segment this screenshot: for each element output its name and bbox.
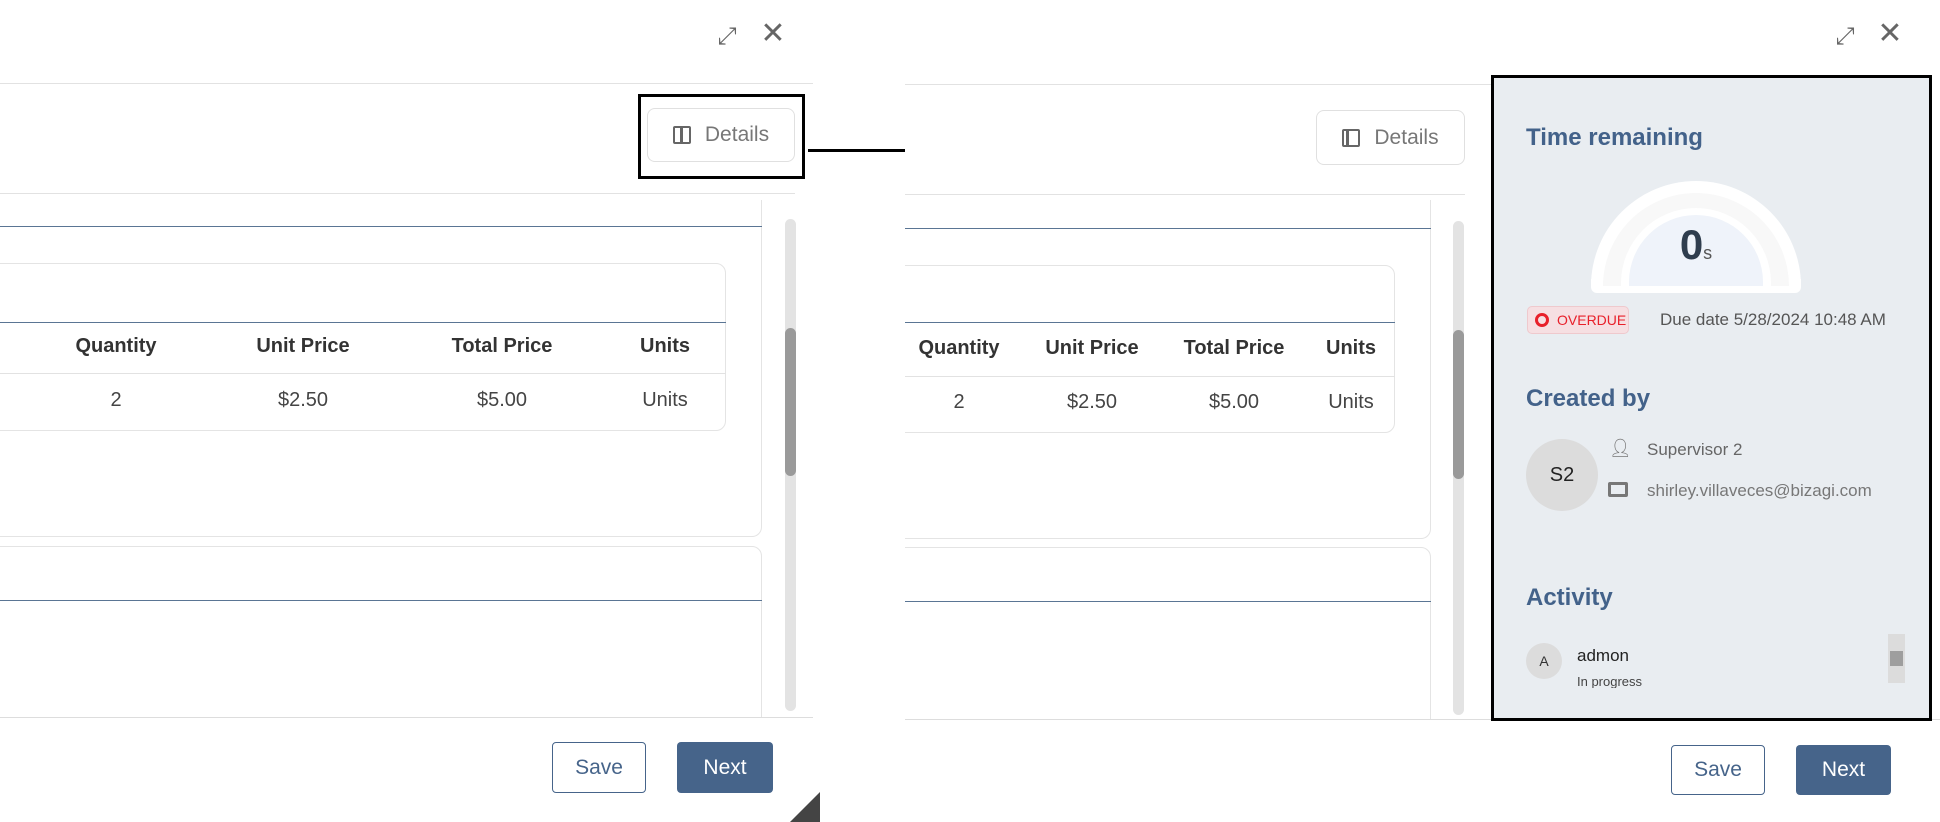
header-unit-price: Unit Price: [1045, 337, 1139, 359]
save-button[interactable]: Save: [1671, 745, 1765, 795]
scrollbar[interactable]: [785, 219, 796, 711]
time-value: 0: [1679, 221, 1704, 268]
details-panel: Time remaining 0s OVERDUE Due date 5/28/…: [1491, 75, 1932, 721]
time-gauge: 0s: [1591, 181, 1801, 293]
cell-quantity: 2: [110, 389, 122, 411]
header-total-price: Total Price: [451, 335, 553, 357]
divider: [0, 193, 795, 194]
activity-status: In progress: [1577, 674, 1643, 688]
section-card: [905, 547, 1431, 747]
cell-unit-price: $2.50: [277, 389, 329, 411]
activity-title: Activity: [1526, 584, 1613, 611]
cell-unit-price: $2.50: [1066, 391, 1118, 413]
details-label: Details: [1374, 125, 1439, 149]
time-unit: s: [1703, 243, 1713, 263]
overdue-icon: [1535, 313, 1549, 327]
header-unit-price: Unit Price: [256, 335, 350, 357]
cell-total-price: $5.00: [1208, 391, 1260, 413]
next-button[interactable]: Next: [1796, 745, 1891, 795]
status-badge: OVERDUE: [1527, 306, 1629, 334]
close-icon[interactable]: ✕: [758, 19, 788, 49]
section-card: [0, 546, 762, 746]
cell-units: Units: [642, 389, 688, 411]
scrollbar[interactable]: [1453, 221, 1464, 715]
save-button[interactable]: Save: [552, 742, 646, 793]
close-icon[interactable]: ✕: [1875, 19, 1905, 49]
activity-scrollbar[interactable]: [1888, 634, 1905, 683]
user-icon: 👤︎: [1609, 438, 1632, 458]
creator-email: shirley.villaveces@bizagi.com: [1647, 481, 1872, 500]
details-button[interactable]: Details: [1316, 110, 1465, 165]
activity-user: admon: [1577, 646, 1629, 665]
header-quantity: Quantity: [75, 335, 157, 357]
avatar: S2: [1526, 439, 1598, 511]
header-units: Units: [640, 335, 690, 357]
divider: [0, 83, 813, 84]
cell-total-price: $5.00: [476, 389, 528, 411]
details-highlight: [638, 94, 805, 179]
creator-name: Supervisor 2: [1647, 440, 1743, 459]
time-remaining-title: Time remaining: [1526, 124, 1703, 151]
cell-quantity: 2: [953, 391, 965, 413]
due-date: Due date 5/28/2024 10:48 AM: [1660, 310, 1886, 329]
header-total-price: Total Price: [1183, 337, 1285, 359]
created-by-title: Created by: [1526, 385, 1651, 412]
header-units: Units: [1326, 337, 1376, 359]
list-item[interactable]: A admon In progress: [1526, 638, 1906, 688]
next-button[interactable]: Next: [677, 742, 773, 793]
mail-icon: [1608, 482, 1628, 497]
expand-icon[interactable]: ⤢: [712, 22, 742, 52]
panel-toggle-icon: [1342, 128, 1361, 147]
header-quantity: Quantity: [918, 337, 1000, 359]
status-text: OVERDUE: [1557, 312, 1627, 328]
activity-list: A admon In progress: [1526, 638, 1906, 688]
activity-avatar: A: [1526, 643, 1562, 679]
expand-icon[interactable]: ⤢: [1830, 22, 1860, 52]
cell-units: Units: [1328, 391, 1374, 413]
